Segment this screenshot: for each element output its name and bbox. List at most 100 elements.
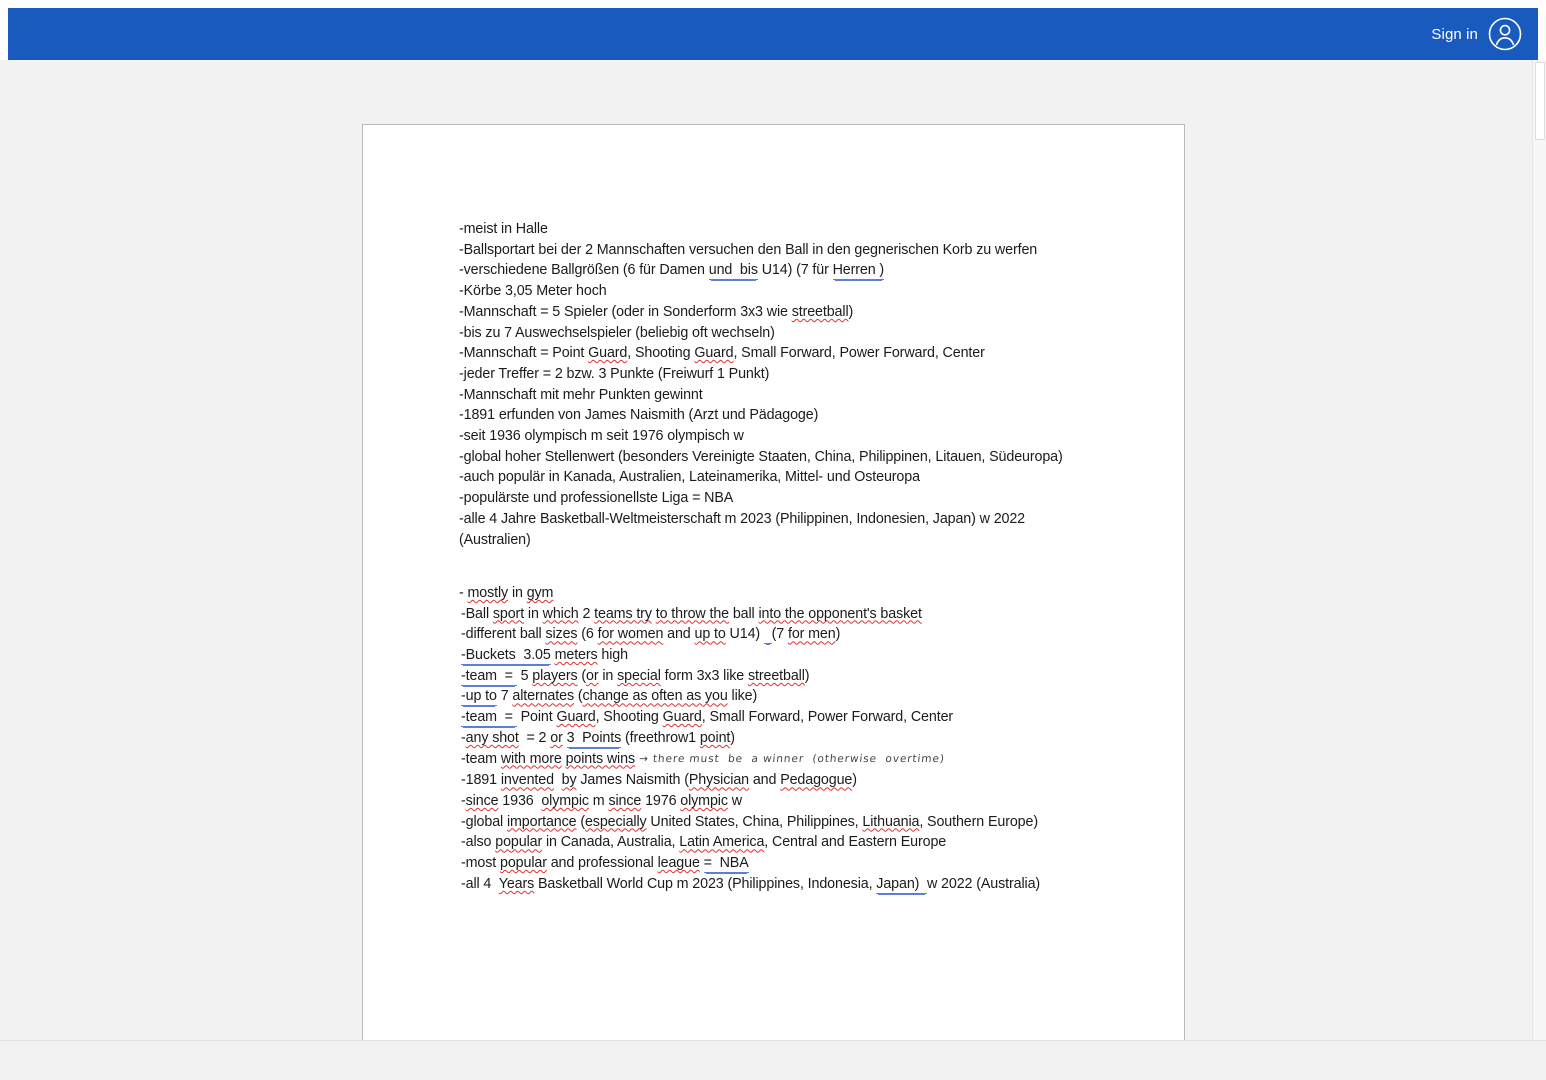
doc-line: -since 1936 olympic m since 1976 olympic… <box>459 791 1154 812</box>
text-run: m <box>588 792 609 809</box>
doc-line: -team = 5 players (or in special form 3x… <box>459 666 1154 687</box>
doc-line: (Australien) <box>459 530 1154 551</box>
doc-line: - mostly in gym <box>459 583 1154 604</box>
text-run: , Shooting <box>595 709 663 726</box>
text-run: James Naismith ( <box>576 772 689 789</box>
doc-line: -populärste und professionellste Liga = … <box>459 488 1154 509</box>
text-run: -bis zu 7 Auswechselspieler (beliebig of… <box>459 324 775 341</box>
spelling-underline-run: since <box>608 792 642 809</box>
spelling-underline-run: Guard <box>694 345 734 362</box>
text-run: , Small Forward, Power Forward, Center <box>733 345 985 362</box>
text-run: -meist in Halle <box>459 221 548 237</box>
doc-line: -jeder Treffer = 2 bzw. 3 Punkte (Freiwu… <box>459 364 1154 385</box>
spelling-underline-run: any shot <box>465 729 519 746</box>
text-run: ) <box>835 626 841 643</box>
text-run: 7 <box>496 688 513 705</box>
document-text-body[interactable]: -meist in Halle -Ballsportart bei der 2 … <box>459 219 1154 894</box>
text-run: 1936 <box>498 792 542 809</box>
text-run: - <box>459 584 468 601</box>
text-run: w <box>727 792 742 809</box>
document-canvas: -meist in Halle -Ballsportart bei der 2 … <box>0 60 1546 1080</box>
sign-in-label: Sign in <box>1431 25 1478 43</box>
spelling-underline-run: olympic <box>680 792 728 809</box>
user-avatar-icon[interactable] <box>1488 17 1522 51</box>
app-command-bar: Sign in <box>8 8 1538 60</box>
text-run: -seit 1936 olympisch m seit 1976 olympis… <box>459 428 744 445</box>
text-run: high <box>597 647 628 664</box>
text-run: 2 <box>578 605 595 622</box>
doc-line: -also popular in Canada, Australia, Lati… <box>459 832 1154 853</box>
text-run: Basketball World Cup m 2023 (Philippines… <box>534 875 877 892</box>
text-run: form 3x3 like <box>660 667 748 684</box>
text-run: ( <box>576 813 585 830</box>
document-page[interactable]: -meist in Halle -Ballsportart bei der 2 … <box>362 124 1185 1041</box>
spelling-underline-run: Years <box>498 875 535 892</box>
text-run: , Central and Eastern Europe <box>764 834 947 851</box>
vertical-scrollbar[interactable] <box>1532 60 1546 1080</box>
spelling-underline-run: points wins <box>565 750 636 767</box>
text-run: -all 4 <box>461 875 499 892</box>
doc-line: -Körbe 3,05 Meter hoch <box>459 281 1154 302</box>
text-run: 5 <box>516 667 533 684</box>
text-run: -Körbe 3,05 Meter hoch <box>459 283 607 300</box>
text-run: -verschiedene Ballgrößen (6 für Damen <box>459 262 709 279</box>
doc-line: -Buckets 3.05 meters high <box>459 645 1154 666</box>
text-run: -global <box>461 813 507 830</box>
doc-line: -Ball sport in which 2 teams try to thro… <box>459 604 1154 625</box>
spelling-underline-run: importance <box>506 813 577 830</box>
spelling-underline-run: invented <box>500 772 554 789</box>
text-run: ) <box>852 772 857 789</box>
spelling-underline-run: Guard <box>662 709 702 726</box>
spelling-underline-run: for men <box>787 626 836 643</box>
text-run: Point <box>516 709 557 726</box>
doc-line: -Mannschaft mit mehr Punkten gewinnt <box>459 385 1154 406</box>
sign-in-button[interactable]: Sign in <box>1431 17 1522 51</box>
doc-line: -different ball sizes (6 for women and u… <box>459 624 1154 645</box>
spelling-underline-run: alternates <box>512 688 574 705</box>
doc-line: -global importance (especially United St… <box>459 812 1154 833</box>
doc-line: -Mannschaft = 5 Spieler (oder in Sonderf… <box>459 302 1154 323</box>
spelling-underline-run: change as often as you <box>582 688 728 705</box>
spelling-underline-run: meters <box>554 647 598 664</box>
status-bar <box>0 1040 1546 1080</box>
text-run: in Canada, Australia, <box>542 834 680 851</box>
spelling-underline-run: up to <box>694 626 726 643</box>
text-run: (freethrow1 <box>621 729 700 746</box>
text-run: ball <box>728 605 759 622</box>
spelling-underline-run: since <box>465 792 499 809</box>
grammar-underline-run: Herren ) <box>832 262 885 281</box>
doc-line: -alle 4 Jahre Basketball-Weltmeisterscha… <box>459 509 1154 530</box>
grammar-underline-run: Japan) <box>876 875 927 894</box>
text-run: -also <box>461 834 496 851</box>
doc-line: -1891 erfunden von James Naismith (Arzt … <box>459 405 1154 426</box>
spelling-underline-run: Guard <box>556 709 596 726</box>
spelling-underline-run: league <box>657 855 700 872</box>
doc-line: -most popular and professional league = … <box>459 853 1154 874</box>
spelling-underline-run: which <box>542 605 579 622</box>
spelling-underline-run: olympic <box>541 792 589 809</box>
spelling-underline-run: to throw the <box>655 605 729 622</box>
text-run: U14) (7 für <box>757 262 833 279</box>
text-run: in <box>598 667 618 684</box>
spelling-underline-run: or <box>586 667 599 684</box>
text-run: -jeder Treffer = 2 bzw. 3 Punkte (Freiwu… <box>459 365 770 382</box>
text-run: in <box>508 584 527 601</box>
spelling-underline-run: into the opponent's basket <box>758 605 922 622</box>
text-run: -global hoher Stellenwert (besonders Ver… <box>459 448 1063 465</box>
text-run: -team <box>461 750 501 767</box>
text-run: -different ball <box>461 626 546 643</box>
handwritten-ink-annotation: → there must be a winner (otherwise over… <box>638 752 946 765</box>
text-run <box>563 730 567 746</box>
scrollbar-thumb[interactable] <box>1535 62 1545 140</box>
word-online-viewer: Sign in -meist in Halle -Ballsportart be… <box>0 0 1546 1080</box>
spelling-underline-run: Guard <box>588 345 628 362</box>
text-run: = 2 <box>518 729 551 746</box>
text-run: and <box>663 626 695 643</box>
text-run: -1891 erfunden von James Naismith (Arzt … <box>459 407 819 424</box>
doc-line: -auch populär in Kanada, Australien, Lat… <box>459 467 1154 488</box>
spelling-underline-run: teams try <box>594 605 652 622</box>
document-scroll-area[interactable]: -meist in Halle -Ballsportart bei der 2 … <box>0 60 1532 1080</box>
grammar-underline-run: -up to <box>461 688 497 707</box>
spelling-underline-run: or <box>550 729 563 746</box>
spelling-underline-run: mostly <box>467 584 509 601</box>
